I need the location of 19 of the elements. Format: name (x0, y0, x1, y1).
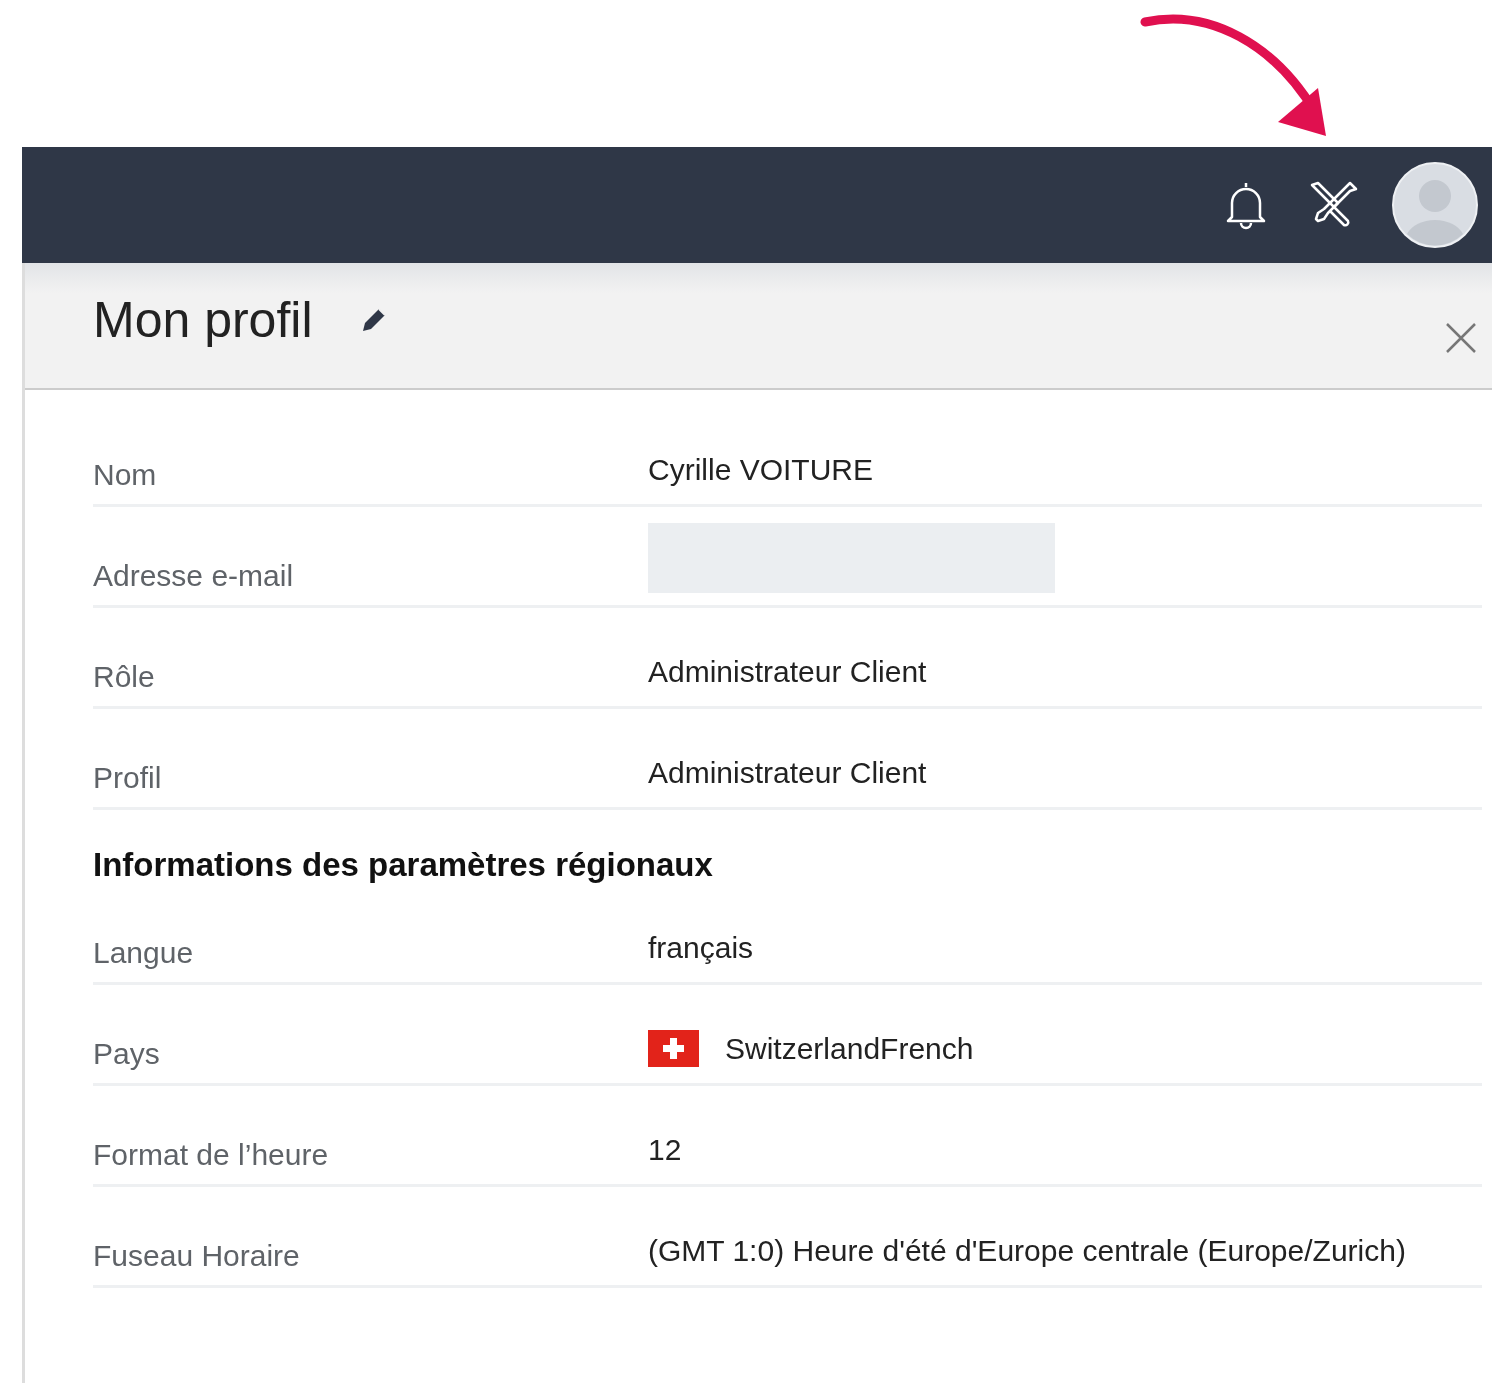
field-label: Profil (93, 761, 163, 795)
field-value: Administrateur Client (648, 654, 927, 690)
field-label: Format de l’heure (93, 1138, 330, 1172)
field-label: Langue (93, 936, 195, 970)
field-value: (GMT 1:0) Heure d'été d'Europe centrale (Europe/Zurich) (648, 1233, 1406, 1269)
field-label: Rôle (93, 660, 156, 694)
field-value: Cyrille VOITURE (648, 452, 873, 488)
field-label: Adresse e-mail (93, 559, 295, 593)
field-label: Nom (93, 458, 158, 492)
field-label: Pays (93, 1037, 161, 1071)
field-value: Administrateur Client (648, 755, 927, 791)
field-value: 12 (648, 1132, 682, 1168)
field-label: Fuseau Horaire (93, 1239, 301, 1273)
panel-title: Mon profil (93, 290, 313, 349)
field-value: SwitzerlandFrench (725, 1031, 974, 1067)
section-heading: Informations des paramètres régionaux (93, 846, 714, 884)
field-value: français (648, 930, 754, 966)
avatar-icon[interactable] (1392, 162, 1478, 248)
swiss-flag-icon (648, 1030, 699, 1067)
